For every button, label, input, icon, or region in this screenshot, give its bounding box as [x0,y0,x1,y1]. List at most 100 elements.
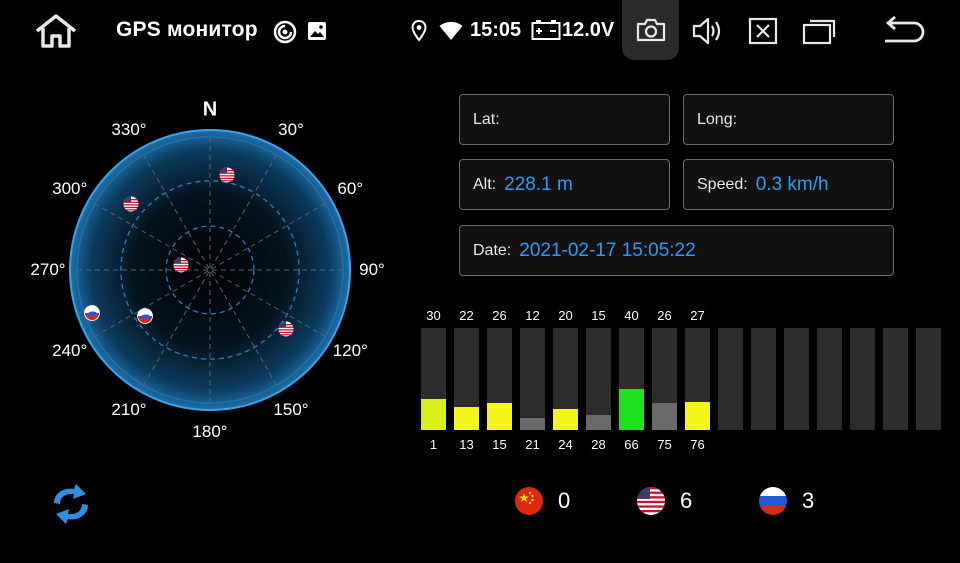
camera-icon [636,18,665,42]
azimuth-label: 30° [278,119,304,139]
usa-flag-icon [123,196,139,211]
glonass-count: 3 [758,486,814,516]
signal-bar-fill [520,418,545,430]
azimuth-label: 120° [332,341,368,360]
app-title: GPS монитор [116,18,258,41]
glonass-count-value: 3 [802,488,815,513]
signal-prn-label: 28 [591,437,606,452]
signal-snr-label: 27 [690,308,705,323]
signal-bar [586,328,611,430]
usa-flag-icon [278,321,294,337]
signal-bar [520,328,545,430]
signal-snr-label: 12 [525,308,540,323]
date-label: Date: [473,241,512,259]
russia-flag-icon [84,305,100,321]
volume-button[interactable] [688,12,726,50]
azimuth-label: 210° [111,400,147,420]
signal-bar [454,328,479,430]
speed-field: Speed: 0.3 km/h [683,159,894,210]
signal-bar-empty [718,328,743,430]
location-indicator [410,19,428,43]
satellite-marker-glonass [84,305,100,321]
altitude-label: Alt: [473,175,497,193]
azimuth-label: 240° [52,341,88,360]
refresh-button[interactable] [46,483,96,525]
signal-prn-label: 13 [459,437,474,452]
satellite-marker-gps [219,167,235,183]
signal-bar [652,328,677,430]
wifi-icon [439,21,463,40]
signal-bar-fill [652,403,677,430]
signal-prn-label: 66 [624,437,639,452]
location-pin-icon [411,20,427,42]
signal-bar-empty [850,328,875,430]
battery-icon [531,20,561,40]
image-icon [308,22,326,40]
date-field: Date: 2021-02-17 15:05:22 [459,225,894,276]
azimuth-label: 180° [192,422,228,441]
beidou-count: 0 [514,486,570,516]
signal-bar-fill [619,389,644,430]
signal-bar [421,328,446,430]
azimuth-label: 150° [273,400,309,420]
close-app-button[interactable] [744,12,782,50]
volume-icon [692,17,721,45]
beidou-count-value: 0 [558,488,571,513]
signal-prn-label: 24 [558,437,573,452]
speed-label: Speed: [697,175,748,193]
signal-bar-empty [916,328,941,430]
russia-flag-icon [136,307,153,324]
signal-prn-label: 1 [429,437,438,452]
azimuth-label: 270° [30,260,66,279]
refresh-icon [54,484,88,524]
gps-count: 6 [636,486,692,516]
signal-snr-label: 40 [624,308,639,323]
clock: 15:05 [470,19,522,41]
close-window-icon [748,17,778,45]
back-arrow-icon [885,16,925,43]
latitude-field: Lat: [459,94,670,145]
signal-prn-label: 21 [525,437,540,452]
signal-snr-label: 26 [657,308,672,323]
signal-bar-fill [553,409,578,430]
screen-cast-icon [273,20,297,44]
longitude-field: Long: [683,94,894,145]
back-button[interactable] [878,12,930,50]
satellite-marker-gps [173,257,189,273]
sky-outer-ring [69,129,351,411]
signal-bar-empty [751,328,776,430]
signal-bar-fill [421,399,446,430]
status-bar: GPS монитор 15:05 12.0V [0,0,960,60]
signal-snr-label: 26 [492,308,507,323]
signal-prn-label: 75 [657,437,672,452]
russia-flag-icon [759,487,787,515]
satellite-marker-glonass [136,307,153,324]
compass-north: N [202,98,218,121]
longitude-label: Long: [697,110,738,128]
signal-snr-label: 15 [591,308,606,323]
date-value: 2021-02-17 15:05:22 [519,239,696,261]
signal-bar [619,328,644,430]
signal-snr-label: 22 [459,308,474,323]
home-button[interactable] [30,10,82,52]
azimuth-label: 300° [52,179,88,198]
altitude-field: Alt: 228.1 m [459,159,670,210]
speed-value: 0.3 km/h [755,173,829,195]
signal-bar [685,328,710,430]
satellite-marker-gps [278,321,294,337]
signal-snr-label: 20 [558,308,573,323]
screenshot-button[interactable] [622,0,679,60]
recent-apps-button[interactable] [800,12,840,50]
signal-strength-chart: 30 1 22 13 26 15 12 21 20 24 15 28 40 66 26 75 27 76 [420,308,950,458]
usa-flag-icon [173,257,189,273]
recent-apps-icon [802,19,836,45]
signal-prn-label: 76 [690,437,705,452]
gps-count-value: 6 [680,488,693,513]
latitude-label: Lat: [473,110,500,128]
home-icon [35,14,77,48]
signal-bar [487,328,512,430]
satellite-marker-gps [123,196,139,212]
signal-bar-fill [454,407,479,430]
signal-bar-empty [817,328,842,430]
signal-bar-empty [883,328,908,430]
